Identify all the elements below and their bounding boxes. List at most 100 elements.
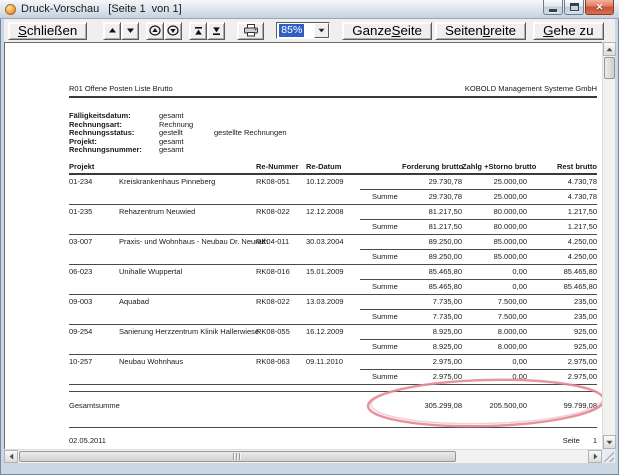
total-rule-bottom	[69, 427, 597, 428]
cell-projekt-name: Unihalle Wuppertal	[119, 265, 256, 279]
zoom-combobox[interactable]: 85%	[276, 22, 330, 39]
cell-summe-zahlung: 25.000,00	[462, 190, 527, 204]
page-down-icon	[167, 25, 179, 36]
preview-viewport: R01 Offene Posten Liste Brutto KOBOLD Ma…	[4, 42, 602, 449]
cell-summe-rest: 925,00	[527, 340, 597, 354]
cell-summe-forderung: 29.730,78	[402, 190, 462, 204]
close-button[interactable]: ✕	[585, 0, 614, 15]
table-row: 10-257 Neubau Wohnhaus RK08-063 09.11.20…	[69, 355, 597, 385]
cell-summe-zahlung: 8.000,00	[462, 340, 527, 354]
arrow-down-icon	[606, 440, 613, 445]
summe-label: Summe	[360, 370, 402, 384]
cell-summe-zahlung: 0,00	[462, 280, 527, 294]
last-page-button[interactable]	[207, 22, 225, 40]
horizontal-scrollbar[interactable]	[4, 449, 602, 463]
page-up-button[interactable]	[146, 22, 164, 40]
cell-zahlung: 85.000,00	[462, 235, 527, 249]
row-down-icon	[126, 26, 135, 35]
horizontal-scroll-thumb[interactable]	[19, 451, 456, 462]
footer-page-label: Seite	[563, 436, 580, 445]
cell-forderung: 81.217,50	[402, 205, 462, 219]
summe-label: Summe	[360, 220, 402, 234]
scroll-right-button[interactable]	[588, 450, 602, 463]
cell-rest: 4.730,78	[527, 175, 597, 189]
close-icon: ✕	[596, 2, 604, 13]
cell-forderung: 8.925,00	[402, 325, 462, 339]
thumb-grip-icon	[233, 453, 242, 460]
cell-summe-zahlung: 0,00	[462, 370, 527, 384]
scroll-down-button[interactable]	[603, 435, 616, 449]
page-width-button[interactable]: Seitenbreite	[435, 22, 526, 40]
zoom-dropdown-button[interactable]	[314, 23, 329, 38]
cell-re-nummer: RK08-022	[256, 205, 306, 219]
cell-projekt: 10-257	[69, 355, 119, 369]
window-title: Druck-Vorschau	[21, 3, 99, 15]
row-separator	[69, 384, 597, 385]
cell-zahlung: 7.500,00	[462, 295, 527, 309]
cell-rest: 235,00	[527, 295, 597, 309]
total-section: Gesamtsumme 305.299,08 205.500,00 99.799…	[69, 391, 597, 428]
maximize-icon	[570, 3, 579, 11]
cell-projekt-name: Kreiskrankenhaus Pinneberg	[119, 175, 256, 189]
arrow-left-icon	[9, 453, 14, 460]
cell-re-datum: 12.12.2008	[306, 205, 360, 219]
total-zahlung: 205.500,00	[462, 399, 527, 413]
row-up-icon	[108, 26, 117, 35]
cell-summe-forderung: 85.465,80	[402, 280, 462, 294]
cell-rest: 4.250,00	[527, 235, 597, 249]
cell-summe-forderung: 89.250,00	[402, 250, 462, 264]
app-icon	[5, 4, 16, 15]
cell-forderung: 7.735,00	[402, 295, 462, 309]
cell-projekt-name: Sanierung Herzzentrum Klinik Hallerwiese	[119, 325, 256, 339]
goto-page-button[interactable]: Gehe zu	[533, 22, 603, 40]
minimize-button[interactable]	[543, 0, 563, 15]
table-body: 01-234 Kreiskrankenhaus Pinneberg RK08-0…	[69, 175, 597, 385]
scroll-up-button[interactable]	[603, 42, 616, 56]
cell-re-nummer: RK08-016	[256, 265, 306, 279]
vertical-scrollbar[interactable]	[602, 42, 615, 449]
close-preview-button[interactable]: Schließen	[8, 22, 87, 40]
cell-summe-forderung: 2.975,00	[402, 370, 462, 384]
cell-re-nummer: RK08-063	[256, 355, 306, 369]
cell-projekt: 01-235	[69, 205, 119, 219]
cell-forderung: 2.975,00	[402, 355, 462, 369]
resize-grip[interactable]	[602, 449, 615, 463]
header-forderung: Forderung brutto	[402, 162, 462, 172]
cell-rest: 85.465,80	[527, 265, 597, 279]
page-up-icon	[149, 25, 161, 36]
print-icon	[243, 24, 259, 37]
summe-label: Summe	[360, 190, 402, 204]
header-re-nummer: Re-Nummer	[256, 162, 306, 172]
cell-forderung: 29.730,78	[402, 175, 462, 189]
cell-summe-zahlung: 85.000,00	[462, 250, 527, 264]
cell-rest: 925,00	[527, 325, 597, 339]
cell-projekt: 09-003	[69, 295, 119, 309]
report-title: R01 Offene Posten Liste Brutto	[69, 84, 173, 93]
next-page-button[interactable]	[121, 22, 139, 40]
header-rule	[69, 96, 597, 98]
prev-page-button[interactable]	[103, 22, 121, 40]
cell-projekt: 06-023	[69, 265, 119, 279]
header-rest: Rest brutto	[527, 162, 597, 172]
cell-re-datum: 13.03.2009	[306, 295, 360, 309]
whole-page-button[interactable]: Ganze Seite	[342, 22, 432, 40]
zoom-value[interactable]: 85%	[277, 23, 314, 38]
window-page-info: [Seite 1 von 1]	[108, 3, 181, 15]
cell-zahlung: 25.000,00	[462, 175, 527, 189]
print-button[interactable]	[237, 22, 264, 40]
vertical-scroll-thumb[interactable]	[604, 57, 615, 79]
chevron-down-icon	[318, 28, 325, 33]
first-page-button[interactable]	[189, 22, 207, 40]
cell-summe-rest: 2.975,00	[527, 370, 597, 384]
titlebar[interactable]: Druck-Vorschau [Seite 1 von 1] ✕	[0, 0, 619, 19]
filter-block: Fälligkeitsdatum:gesamt Rechnungsart:Rec…	[69, 112, 597, 155]
scroll-left-button[interactable]	[4, 450, 18, 463]
page-down-button[interactable]	[164, 22, 182, 40]
maximize-button[interactable]	[564, 0, 584, 15]
arrow-up-icon	[606, 47, 613, 52]
cell-re-nummer: RK08-022	[256, 295, 306, 309]
footer-page-number: 1	[593, 436, 597, 445]
cell-projekt: 01-234	[69, 175, 119, 189]
total-row: Gesamtsumme 305.299,08 205.500,00 99.799…	[69, 392, 597, 427]
cell-forderung: 89.250,00	[402, 235, 462, 249]
